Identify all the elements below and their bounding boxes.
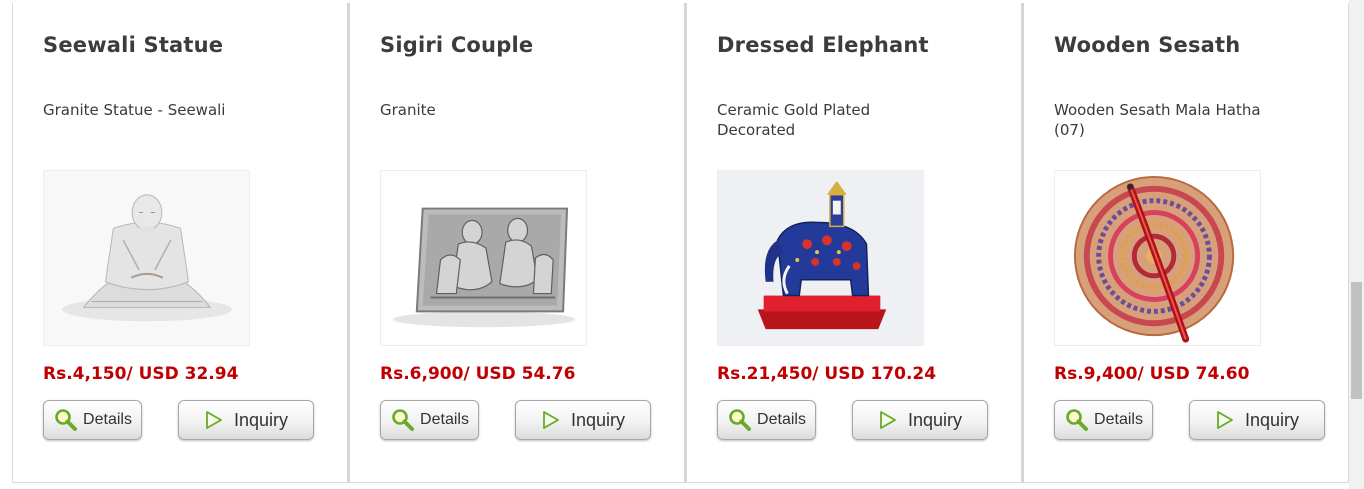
inquiry-label: Inquiry [1244, 409, 1300, 430]
inquiry-button[interactable]: Inquiry [178, 400, 314, 440]
product-image[interactable] [43, 170, 250, 346]
wooden-sesath-image [1055, 171, 1260, 345]
product-title[interactable]: Wooden Sesath [1054, 33, 1240, 57]
magnifier-icon [1064, 408, 1090, 432]
details-label: Details [420, 411, 469, 428]
details-button[interactable]: Details [717, 400, 816, 440]
product-image[interactable] [1054, 170, 1261, 346]
product-image[interactable] [717, 170, 924, 346]
product-description: Ceramic Gold Plated Decorated [717, 101, 871, 139]
inquiry-button[interactable]: Inquiry [852, 400, 988, 440]
details-button[interactable]: Details [43, 400, 142, 440]
product-price: Rs.6,900/ USD 54.76 [380, 364, 576, 384]
product-title[interactable]: Seewali Statue [43, 33, 223, 57]
scrollbar-thumb[interactable] [1351, 282, 1362, 399]
play-arrow-icon [541, 410, 561, 430]
inquiry-label: Inquiry [570, 409, 626, 430]
product-card: Dressed Elephant Ceramic Gold Plated Dec… [687, 3, 1024, 483]
product-image[interactable] [380, 170, 587, 346]
magnifier-icon [390, 408, 416, 432]
play-arrow-icon [204, 410, 224, 430]
product-card: Sigiri Couple Granite Rs.6,900/ USD 54.7… [350, 3, 687, 483]
details-button[interactable]: Details [1054, 400, 1153, 440]
product-title[interactable]: Sigiri Couple [380, 33, 533, 57]
play-arrow-icon [1215, 410, 1235, 430]
product-price: Rs.9,400/ USD 74.60 [1054, 364, 1250, 384]
product-title[interactable]: Dressed Elephant [717, 33, 929, 57]
magnifier-icon [727, 408, 753, 432]
inquiry-label: Inquiry [907, 409, 963, 430]
dressed-elephant-image [718, 171, 923, 345]
product-description: Wooden Sesath Mala Hatha (07) [1054, 101, 1261, 139]
inquiry-button[interactable]: Inquiry [515, 400, 651, 440]
product-card: Wooden Sesath Wooden Sesath Mala Hatha (… [1024, 3, 1350, 483]
inquiry-button[interactable]: Inquiry [1189, 400, 1325, 440]
sigiri-couple-image [381, 171, 586, 345]
product-price: Rs.21,450/ USD 170.24 [717, 364, 937, 384]
product-description: Granite Statue - Seewali [43, 101, 226, 119]
details-label: Details [757, 411, 806, 428]
details-button[interactable]: Details [380, 400, 479, 440]
product-grid: Seewali Statue Granite Statue - Seewali … [12, 3, 1349, 483]
product-card: Seewali Statue Granite Statue - Seewali … [13, 3, 350, 483]
page-scrollbar[interactable] [1349, 0, 1364, 489]
magnifier-icon [53, 408, 79, 432]
product-price: Rs.4,150/ USD 32.94 [43, 364, 239, 384]
details-label: Details [83, 411, 132, 428]
product-description: Granite [380, 101, 436, 119]
seewali-statue-image [44, 171, 249, 345]
details-label: Details [1094, 411, 1143, 428]
play-arrow-icon [878, 410, 898, 430]
inquiry-label: Inquiry [233, 409, 289, 430]
